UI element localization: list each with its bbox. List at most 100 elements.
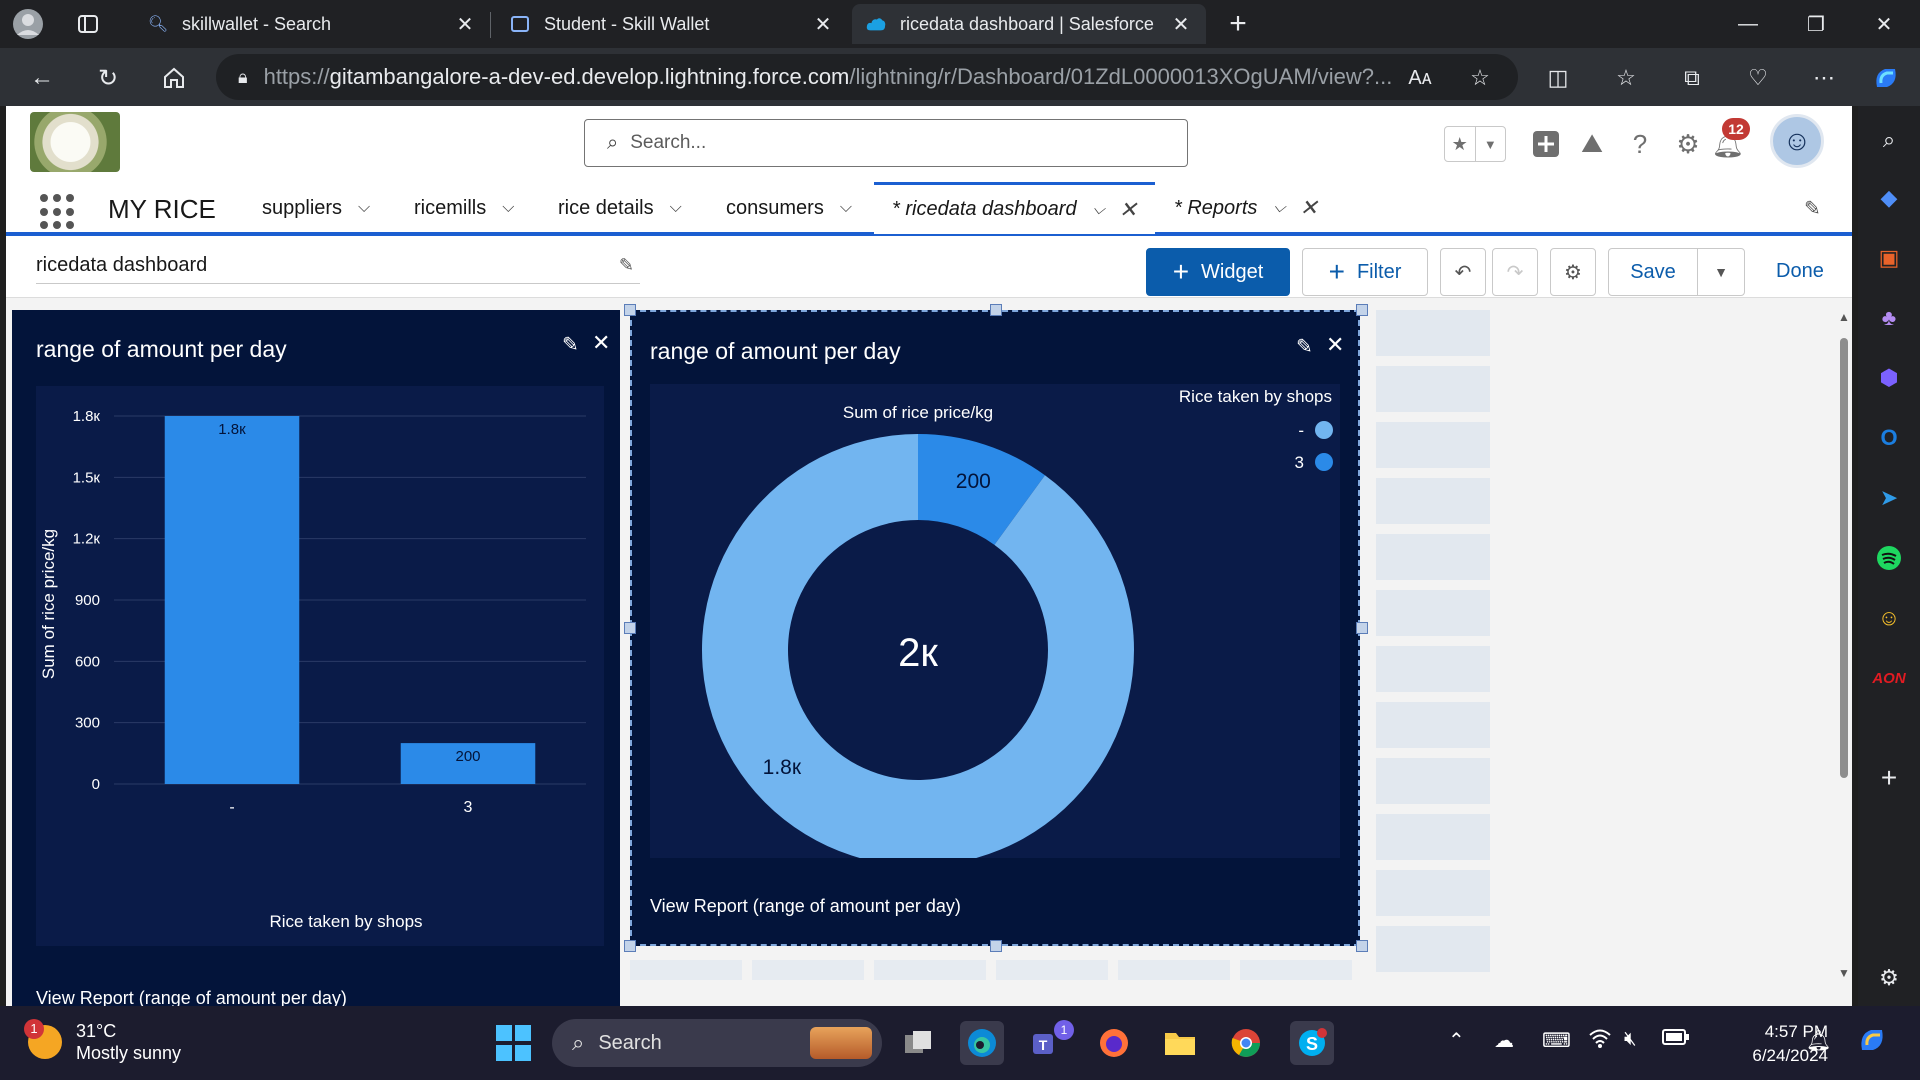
trailhead-icon[interactable]: ⛰ <box>1572 124 1612 164</box>
add-widget-button[interactable]: + Widget <box>1146 248 1290 296</box>
resize-handle[interactable] <box>1356 622 1368 634</box>
donut-chart-widget[interactable]: range of amount per day ✎ ✕ Sum of rice … <box>630 310 1360 946</box>
home-icon[interactable] <box>154 58 194 98</box>
done-button[interactable]: Done <box>1776 260 1824 283</box>
resize-handle[interactable] <box>1356 940 1368 952</box>
firefox-icon[interactable] <box>1092 1021 1136 1065</box>
chevron-down-icon[interactable]: ⌵ <box>358 199 370 217</box>
collections-icon[interactable]: ⧉ <box>1672 58 1712 98</box>
chevron-down-icon[interactable]: ⌵ <box>502 199 514 217</box>
dashboard-name-field[interactable]: ricedata dashboard ✎ <box>36 248 640 284</box>
resize-handle[interactable] <box>624 940 636 952</box>
view-report-link[interactable]: View Report (range of amount per day) <box>36 988 347 1006</box>
close-tab-icon[interactable]: ✕ <box>454 12 476 37</box>
aon-icon[interactable]: AON <box>1869 658 1909 698</box>
battery-icon[interactable] <box>1662 1028 1690 1052</box>
back-icon[interactable]: ← <box>22 58 62 98</box>
browser-tab-salesforce[interactable]: ricedata dashboard | Salesforce ✕ <box>852 4 1206 44</box>
favorites-dropdown-icon[interactable]: ▼ <box>1474 127 1506 161</box>
nav-item-reports[interactable]: * Reports ⌵ ✕ <box>1174 182 1318 234</box>
close-window-icon[interactable]: ✕ <box>1854 0 1914 48</box>
sidebar-settings-icon[interactable]: ⚙ <box>1869 958 1909 998</box>
profile-icon[interactable] <box>8 4 48 44</box>
tab-actions-icon[interactable] <box>68 4 108 44</box>
favorite-star-icon[interactable]: ★ <box>1445 127 1475 161</box>
copilot-icon[interactable] <box>1856 1024 1888 1062</box>
scroll-up-icon[interactable]: ▲ <box>1838 310 1850 324</box>
resize-handle[interactable] <box>990 304 1002 316</box>
close-tab-icon[interactable]: ✕ <box>812 12 834 37</box>
chrome-icon[interactable] <box>1224 1021 1268 1065</box>
task-view-icon[interactable] <box>896 1021 940 1065</box>
restore-icon[interactable]: ❐ <box>1786 0 1846 48</box>
copilot-icon[interactable] <box>1866 58 1906 98</box>
setup-gear-icon[interactable]: ⚙ <box>1668 124 1708 164</box>
browser-tab-skill-wallet[interactable]: Student - Skill Wallet ✕ <box>496 4 848 44</box>
save-button[interactable]: Save <box>1608 248 1698 296</box>
add-sidebar-app-icon[interactable]: + <box>1869 758 1909 798</box>
bar-chart-widget[interactable]: range of amount per day ✎ ✕ Sum of rice … <box>12 310 620 1006</box>
scrollbar-thumb[interactable] <box>1840 338 1848 778</box>
edge-browser-icon[interactable] <box>960 1021 1004 1065</box>
favorite-star-icon[interactable]: ☆ <box>1460 58 1500 98</box>
resize-handle[interactable] <box>624 622 636 634</box>
favorites-button-group[interactable]: ★ ▼ <box>1444 126 1506 162</box>
outlook-icon[interactable]: O <box>1869 418 1909 458</box>
page-scrollbar[interactable]: ▲ ▼ <box>1838 310 1850 980</box>
edit-widget-pencil-icon[interactable]: ✎ <box>562 332 579 357</box>
view-report-link[interactable]: View Report (range of amount per day) <box>650 896 961 917</box>
close-tab-icon[interactable]: ✕ <box>1300 195 1318 221</box>
chevron-down-icon[interactable]: ⌵ <box>1273 199 1285 217</box>
notification-bell-icon[interactable]: 🔔︎ <box>1806 1028 1831 1053</box>
shopping-tag-icon[interactable]: ◆ <box>1869 178 1909 218</box>
file-explorer-icon[interactable] <box>1158 1021 1202 1065</box>
taskbar-search-box[interactable]: ⌕ Search <box>552 1019 882 1067</box>
undo-button[interactable]: ↶ <box>1440 248 1486 296</box>
search-icon[interactable]: ⌕ <box>1869 120 1909 160</box>
keyboard-icon[interactable]: ⌨ <box>1542 1028 1571 1053</box>
browser-essentials-icon[interactable]: ♡ <box>1738 58 1778 98</box>
chevron-down-icon[interactable]: ⌵ <box>1093 201 1105 219</box>
scroll-down-icon[interactable]: ▼ <box>1838 966 1850 980</box>
nav-item-consumers[interactable]: consumers ⌵ <box>726 182 852 234</box>
url-field[interactable]: 🔒︎ https://gitambangalore-a-dev-ed.devel… <box>216 54 1518 100</box>
chevron-down-icon[interactable]: ⌵ <box>670 199 682 217</box>
volume-muted-icon[interactable]: 🔇︎ <box>1624 1028 1637 1051</box>
help-icon[interactable]: ? <box>1620 124 1660 164</box>
minimize-icon[interactable]: — <box>1718 0 1778 48</box>
resize-handle[interactable] <box>624 304 636 316</box>
avatar[interactable]: ☺ <box>1770 114 1824 168</box>
onedrive-cloud-icon[interactable]: ☁ <box>1494 1028 1514 1053</box>
split-screen-icon[interactable]: ◫ <box>1538 58 1578 98</box>
redo-button[interactable]: ↷ <box>1492 248 1538 296</box>
global-actions-icon[interactable] <box>1526 124 1566 164</box>
chevron-down-icon[interactable]: ⌵ <box>840 199 852 217</box>
close-tab-icon[interactable]: ✕ <box>1170 12 1192 37</box>
show-hidden-icons-chevron-icon[interactable]: ⌃ <box>1448 1028 1465 1053</box>
add-filter-button[interactable]: + Filter <box>1302 248 1428 296</box>
read-aloud-icon[interactable]: Aᴀ <box>1400 58 1440 98</box>
microsoft-365-icon[interactable]: ⬢ <box>1869 358 1909 398</box>
properties-gear-button[interactable]: ⚙ <box>1550 248 1596 296</box>
new-tab-icon[interactable]: + <box>1218 4 1258 44</box>
weather-widget[interactable]: 1 31°C Mostly sunny <box>24 1019 181 1064</box>
favorites-icon[interactable]: ☆ <box>1606 58 1646 98</box>
emoji-icon[interactable]: ☺ <box>1869 598 1909 638</box>
remove-widget-close-icon[interactable]: ✕ <box>592 330 610 356</box>
remove-widget-close-icon[interactable]: ✕ <box>1326 332 1344 358</box>
nav-item-suppliers[interactable]: suppliers ⌵ <box>262 182 370 234</box>
global-search-input[interactable]: ⌕ Search... <box>584 119 1188 167</box>
spotify-icon[interactable] <box>1869 538 1909 578</box>
nav-item-ricemills[interactable]: ricemills ⌵ <box>414 182 514 234</box>
resize-handle[interactable] <box>990 940 1002 952</box>
tools-briefcase-icon[interactable]: ▣ <box>1869 238 1909 278</box>
wifi-icon[interactable] <box>1588 1028 1612 1054</box>
edit-nav-pencil-icon[interactable]: ✎ <box>1804 196 1821 221</box>
windows-start-icon[interactable] <box>496 1025 532 1061</box>
save-menu-chevron-icon[interactable]: ▼ <box>1697 248 1745 296</box>
app-launcher-icon[interactable] <box>40 194 76 230</box>
skype-icon[interactable]: S <box>1290 1021 1334 1065</box>
nav-item-rice-details[interactable]: rice details ⌵ <box>558 182 682 234</box>
more-options-icon[interactable]: ⋯ <box>1804 58 1844 98</box>
send-icon[interactable]: ➤ <box>1869 478 1909 518</box>
